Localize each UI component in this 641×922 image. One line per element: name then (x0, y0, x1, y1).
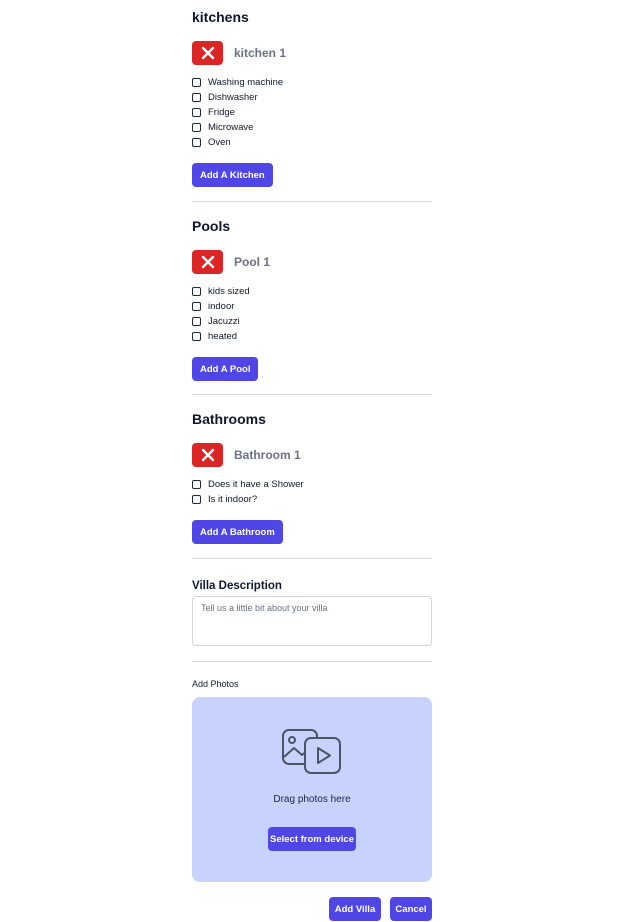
option-dishwasher[interactable]: Dishwasher (192, 90, 432, 105)
add-pool-button[interactable]: Add A Pool (192, 357, 259, 381)
section-title: Bathrooms (192, 411, 266, 427)
option-is-indoor[interactable]: Is it indoor? (192, 492, 432, 507)
option-label: Does it have a Shower (208, 479, 304, 490)
option-label: Is it indoor? (208, 494, 258, 505)
checkbox[interactable] (192, 302, 201, 311)
remove-kitchen-button[interactable] (192, 41, 223, 65)
option-microwave[interactable]: Microwave (192, 120, 432, 135)
option-label: Washing machine (208, 77, 284, 88)
add-bathroom-button[interactable]: Add A Bathroom (192, 520, 283, 544)
divider (192, 558, 432, 559)
option-label: Dishwasher (208, 92, 258, 103)
option-kids-sized[interactable]: kids sized (192, 284, 432, 299)
bathroom-item-name: Bathroom 1 (234, 448, 301, 462)
option-oven[interactable]: Oven (192, 135, 432, 150)
option-indoor[interactable]: indoor (192, 299, 432, 314)
select-from-device-button[interactable]: Select from device (268, 827, 356, 851)
pool-options: kids sized indoor Jacuzzi heated (192, 284, 432, 344)
bathrooms-section: Bathrooms Bathroom 1 Does it have a Show… (192, 411, 432, 544)
option-fridge[interactable]: Fridge (192, 105, 432, 120)
kitchen-item-name: kitchen 1 (234, 46, 287, 60)
description-label: Villa Description (192, 576, 432, 594)
pools-section: Pools Pool 1 kids sized indoor Jacuzzi h… (192, 218, 432, 381)
checkbox[interactable] (192, 287, 201, 296)
checkbox[interactable] (192, 332, 201, 341)
option-label: Fridge (208, 107, 235, 118)
section-title: Pools (192, 218, 231, 234)
photo-video-icon (282, 729, 341, 774)
option-label: heated (208, 331, 238, 342)
kitchen-options: Washing machine Dishwasher Fridge Microw… (192, 75, 432, 150)
option-label: indoor (208, 301, 235, 312)
option-label: Microwave (208, 122, 254, 133)
cancel-button[interactable]: Cancel (390, 897, 432, 921)
checkbox[interactable] (192, 495, 201, 504)
section-title: kitchens (192, 9, 249, 25)
bathroom-options: Does it have a Shower Is it indoor? (192, 477, 432, 507)
checkbox[interactable] (192, 317, 201, 326)
kitchen-item-header: kitchen 1 (192, 40, 432, 66)
pool-item-name: Pool 1 (234, 255, 271, 269)
description-label-text: Villa Description (192, 580, 282, 592)
villa-description-textarea[interactable]: Tell us a little bit about your villa (192, 596, 432, 646)
add-kitchen-button[interactable]: Add A Kitchen (192, 163, 273, 187)
option-label: Jacuzzi (208, 316, 240, 327)
option-jacuzzi[interactable]: Jacuzzi (192, 314, 432, 329)
add-photos-label: Add Photos (192, 679, 239, 689)
option-label: kids sized (208, 286, 250, 297)
option-shower[interactable]: Does it have a Shower (192, 477, 432, 492)
remove-bathroom-button[interactable] (192, 443, 223, 467)
pool-item-header: Pool 1 (192, 249, 432, 275)
add-villa-button[interactable]: Add Villa (329, 897, 381, 921)
option-washing-machine[interactable]: Washing machine (192, 75, 432, 90)
remove-pool-button[interactable] (192, 250, 223, 274)
divider (192, 201, 432, 202)
checkbox[interactable] (192, 93, 201, 102)
checkbox[interactable] (192, 78, 201, 87)
bathroom-item-header: Bathroom 1 (192, 442, 432, 468)
checkbox[interactable] (192, 138, 201, 147)
option-heated[interactable]: heated (192, 329, 432, 344)
close-icon (201, 448, 214, 462)
kitchens-section: kitchens kitchen 1 Washing machine Dishw… (192, 9, 432, 187)
drag-photos-text: Drag photos here (273, 794, 351, 805)
checkbox[interactable] (192, 480, 201, 489)
option-label: Oven (208, 137, 231, 148)
close-icon (201, 255, 214, 269)
close-icon (201, 46, 214, 60)
photo-dropzone[interactable]: Drag photos here Select from device (192, 697, 432, 882)
checkbox[interactable] (192, 123, 201, 132)
divider (192, 394, 432, 395)
checkbox[interactable] (192, 108, 201, 117)
divider (192, 661, 432, 662)
